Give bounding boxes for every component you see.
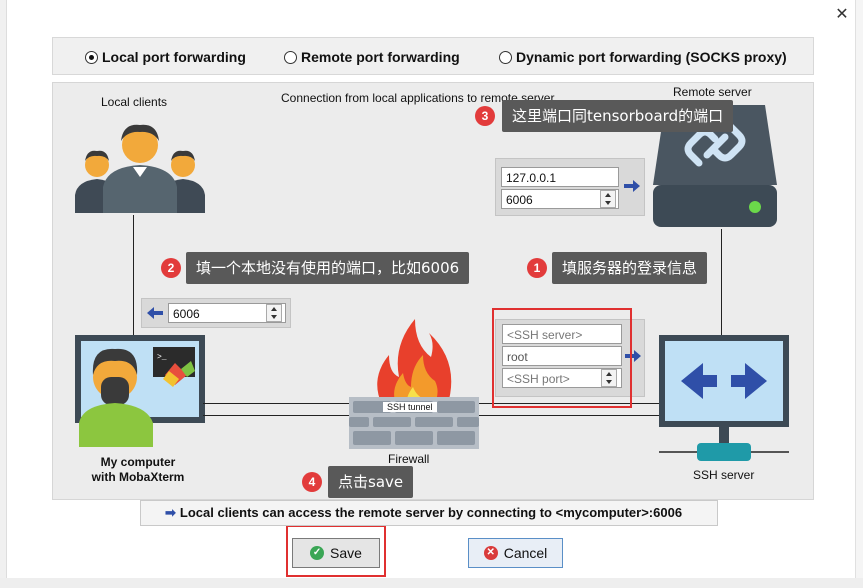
firewall-icon bbox=[349, 319, 479, 449]
radio-label: Local port forwarding bbox=[102, 49, 246, 65]
ssh-settings-highlight bbox=[492, 308, 632, 408]
annotation-badge-2: 2 bbox=[161, 258, 181, 278]
annotation-badge-1: 1 bbox=[527, 258, 547, 278]
annotation-callout-2: 填一个本地没有使用的端口，比如6006 bbox=[186, 252, 470, 284]
my-computer-label-line2: with MobaXterm bbox=[91, 470, 185, 484]
ssh-server-icon bbox=[659, 335, 789, 461]
ssh-server-label: SSH server bbox=[693, 468, 755, 482]
radio-unselected-icon bbox=[499, 50, 512, 64]
radio-label: Remote port forwarding bbox=[301, 49, 460, 65]
background-window-edge-bottom bbox=[0, 578, 863, 588]
checkmark-icon: ✓ bbox=[310, 546, 325, 560]
arrow-right-icon: ➡ bbox=[165, 505, 176, 520]
forwarding-mode-bar: Local port forwarding Remote port forwar… bbox=[52, 37, 814, 75]
local-port-stepper[interactable] bbox=[266, 304, 282, 322]
close-circle-icon: ✕ bbox=[483, 546, 498, 560]
remote-port-stepper[interactable] bbox=[600, 190, 616, 208]
radio-label: Dynamic port forwarding (SOCKS proxy) bbox=[516, 49, 787, 65]
remote-host-input[interactable]: 127.0.0.1 bbox=[501, 167, 619, 187]
radio-remote-port-forwarding[interactable]: Remote port forwarding bbox=[284, 49, 460, 65]
my-computer-icon: >_ bbox=[75, 335, 205, 447]
svg-text:>_: >_ bbox=[157, 353, 167, 362]
cancel-button[interactable]: ✕ Cancel bbox=[468, 538, 563, 568]
radio-local-port-forwarding[interactable]: Local port forwarding bbox=[85, 49, 246, 65]
info-bar: ➡ Local clients can access the remote ser… bbox=[140, 500, 718, 526]
save-button-label: Save bbox=[330, 545, 362, 561]
annotation-badge-3: 3 bbox=[475, 106, 495, 126]
annotation-callout-4: 点击save bbox=[328, 466, 414, 498]
ssh-tunnel-label: SSH tunnel bbox=[383, 402, 437, 412]
client-connection-line bbox=[133, 215, 134, 337]
server-connection-line bbox=[721, 229, 722, 335]
annotation-callout-1: 填服务器的登录信息 bbox=[552, 252, 708, 284]
local-clients-icon bbox=[75, 124, 205, 213]
annotation-badge-4: 4 bbox=[302, 472, 322, 492]
radio-dynamic-port-forwarding[interactable]: Dynamic port forwarding (SOCKS proxy) bbox=[499, 49, 787, 65]
remote-server-label: Remote server bbox=[673, 85, 752, 99]
my-computer-label: My computer with MobaXterm bbox=[73, 455, 203, 485]
local-clients-label: Local clients bbox=[101, 95, 168, 109]
arrow-left-icon bbox=[147, 307, 163, 319]
radio-selected-icon bbox=[85, 50, 98, 64]
firewall-label: Firewall bbox=[388, 452, 430, 466]
background-window-edge-right bbox=[855, 0, 863, 588]
my-computer-label-line1: My computer bbox=[100, 455, 176, 469]
info-bar-text: Local clients can access the remote serv… bbox=[179, 505, 683, 520]
cancel-button-label: Cancel bbox=[503, 545, 548, 561]
background-window-edge-left bbox=[0, 0, 7, 588]
forwarding-diagram: Local clients Connection from local appl… bbox=[52, 82, 814, 500]
arrow-right-icon bbox=[624, 180, 640, 192]
annotation-callout-3: 这里端口同tensorboard的端口 bbox=[502, 100, 734, 132]
radio-unselected-icon bbox=[284, 50, 297, 64]
close-icon[interactable]: ✕ bbox=[832, 4, 852, 24]
port-forwarding-dialog: ✕ Local port forwarding Remote port forw… bbox=[0, 0, 863, 588]
save-button[interactable]: ✓ Save bbox=[292, 538, 380, 568]
